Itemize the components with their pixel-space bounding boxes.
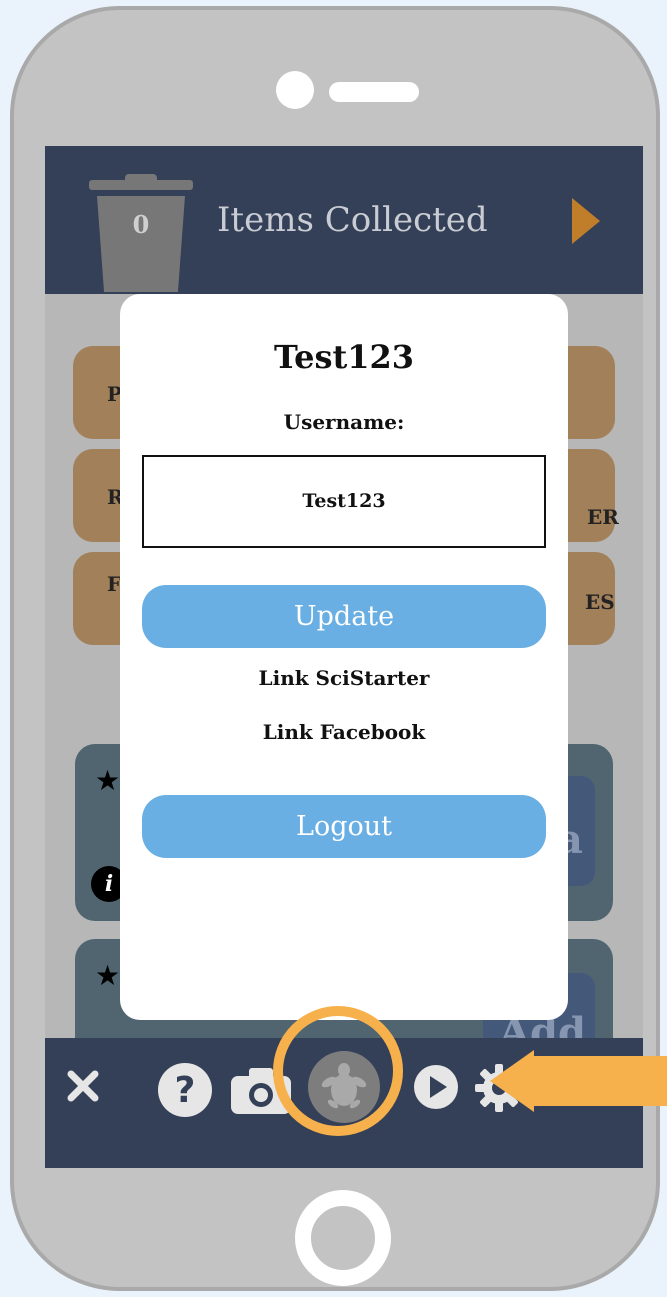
close-icon[interactable] [65, 1068, 101, 1104]
username-label: Username: [283, 410, 405, 434]
profile-modal: Test123 Username: Test123 Update Link Sc… [120, 294, 568, 1020]
items-count: 0 [132, 210, 150, 239]
star-icon: ★ [95, 959, 121, 992]
next-arrow-icon[interactable] [572, 198, 600, 244]
update-button[interactable]: Update [142, 585, 546, 648]
menu-tile-2-right-text: ER [587, 505, 619, 529]
trash-can-icon: 0 [89, 174, 193, 292]
link-scistarter-button[interactable]: Link SciStarter [120, 666, 568, 690]
play-icon[interactable] [413, 1064, 459, 1110]
svg-text:?: ? [175, 1070, 196, 1111]
star-icon: ★ [95, 764, 121, 797]
pointer-arrow-icon [490, 1050, 667, 1112]
modal-title: Test123 [273, 338, 415, 376]
username-input[interactable]: Test123 [142, 455, 546, 548]
phone-home-button[interactable] [295, 1190, 391, 1286]
highlight-ring [273, 1006, 403, 1136]
phone-speaker [329, 82, 419, 102]
link-facebook-button[interactable]: Link Facebook [120, 720, 568, 744]
help-icon[interactable]: ? [157, 1062, 213, 1118]
header-title: Items Collected [217, 200, 488, 240]
logout-button[interactable]: Logout [142, 795, 546, 858]
menu-tile-3-right-text: ES [585, 590, 615, 614]
phone-camera [276, 71, 314, 109]
app-header: 0 Items Collected [45, 146, 643, 294]
